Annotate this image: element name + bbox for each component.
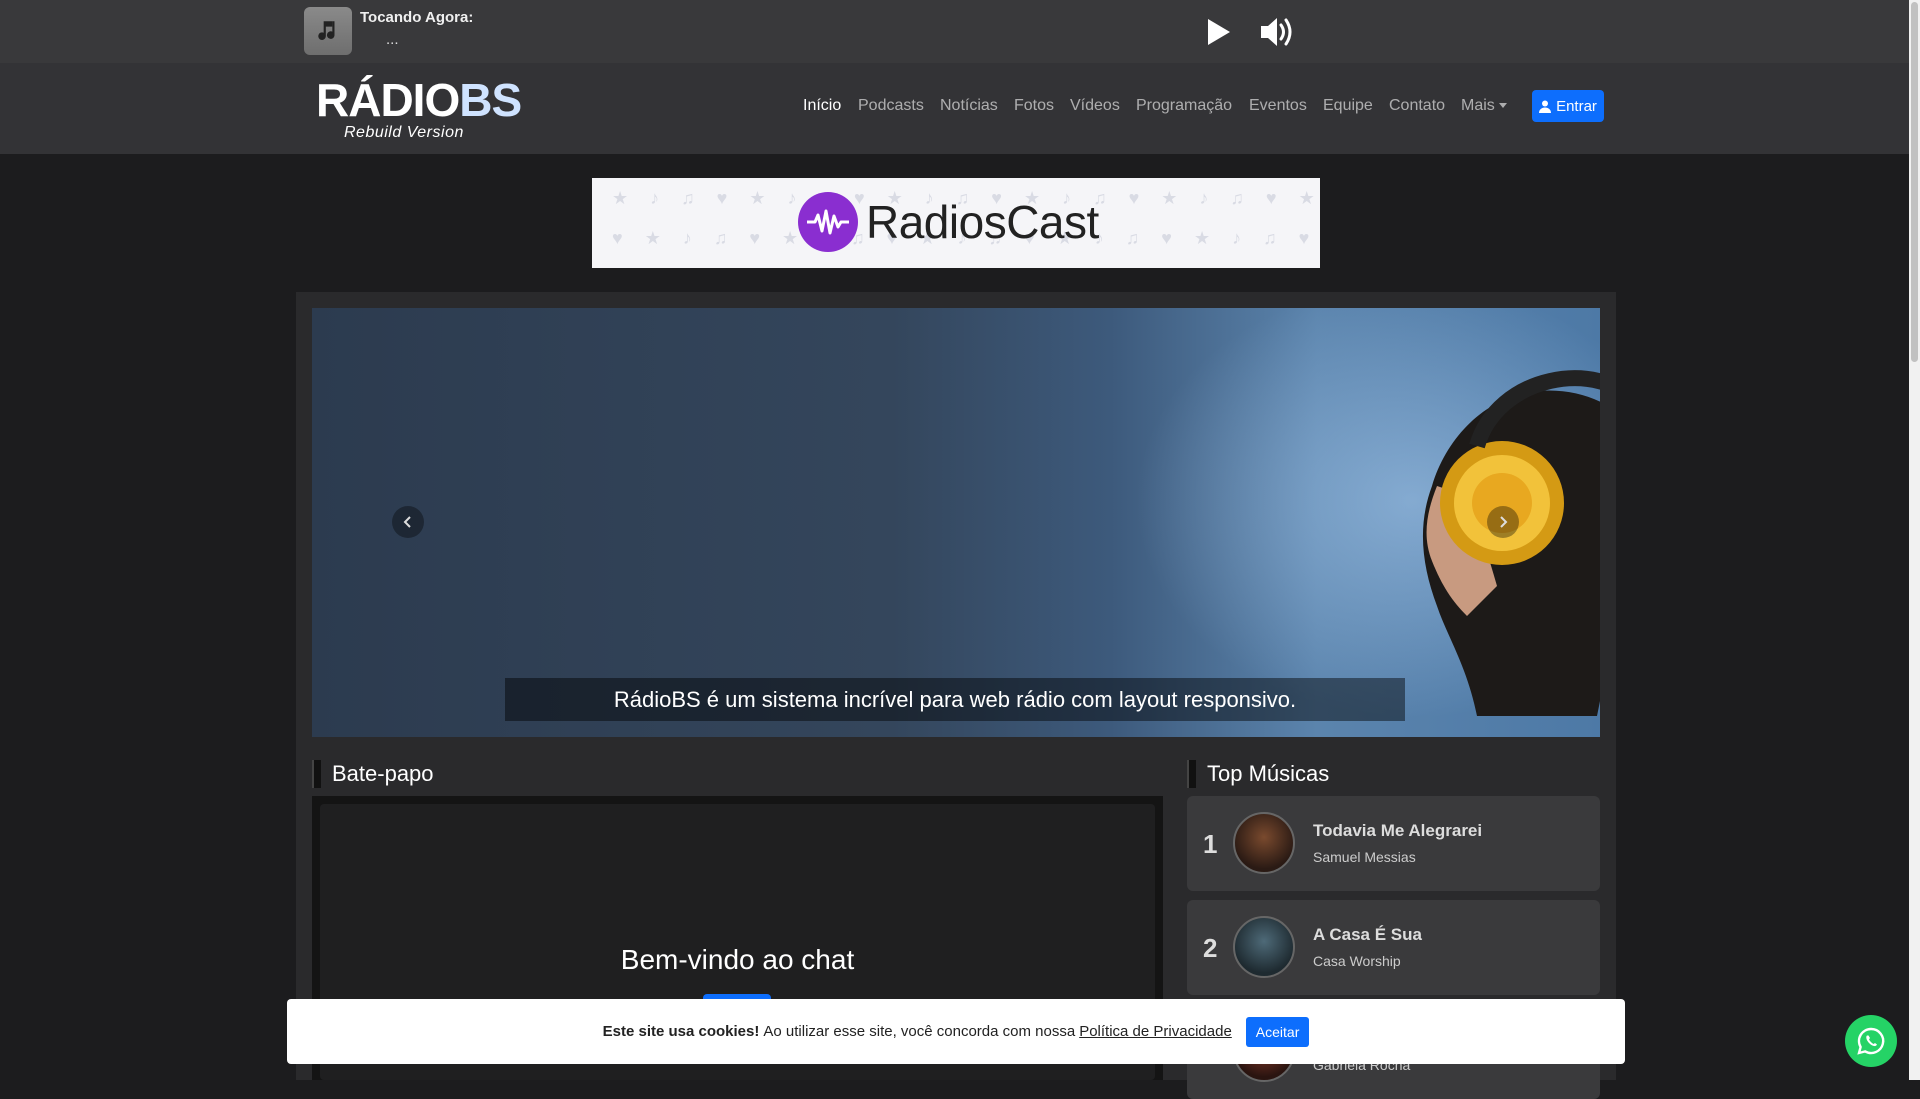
music-note-icon — [304, 7, 352, 55]
ad-brand-text: RadiosCast — [866, 196, 1099, 248]
cookie-heading: Este site usa cookies! — [602, 1023, 760, 1040]
now-playing-label: Tocando Agora: — [360, 9, 474, 26]
chat-section-title-text: Bate-papo — [332, 761, 434, 786]
top-songs-title-text: Top Músicas — [1207, 761, 1330, 786]
whatsapp-icon — [1857, 1027, 1885, 1055]
site-logo[interactable]: RÁDIOBS Rebuild Version — [316, 74, 522, 146]
user-icon — [1539, 100, 1552, 113]
song-rank: 1 — [1203, 829, 1218, 859]
login-button-label: Entrar — [1556, 97, 1597, 115]
play-icon[interactable] — [1202, 16, 1234, 48]
page-scrollbar[interactable] — [1909, 0, 1920, 1080]
nav-item-videos[interactable]: Vídeos — [1070, 97, 1120, 115]
now-playing-song: ... — [386, 31, 399, 48]
cookie-text: Ao utilizar esse site, você concorda com… — [763, 1023, 1076, 1040]
login-button[interactable]: Entrar — [1532, 90, 1604, 122]
top-songs-title: Top Músicas — [1187, 760, 1329, 788]
song-rank: 2 — [1203, 933, 1218, 963]
volume-icon[interactable] — [1259, 15, 1297, 49]
song-artist: Samuel Messias — [1313, 849, 1416, 865]
hero-carousel — [312, 308, 1600, 737]
nav-item-fotos[interactable]: Fotos — [1014, 97, 1054, 115]
nav-item-podcasts[interactable]: Podcasts — [858, 97, 924, 115]
nav-item-contato[interactable]: Contato — [1389, 97, 1445, 115]
song-cover-image — [1233, 812, 1295, 874]
nav-item-mais[interactable]: Mais — [1461, 97, 1507, 115]
nav-item-inicio[interactable]: Início — [803, 97, 841, 115]
whatsapp-button[interactable] — [1845, 1015, 1897, 1067]
song-name: Todavia Me Alegrarei — [1313, 821, 1483, 840]
logo-brand-part2: BS — [459, 74, 522, 126]
chat-section-title: Bate-papo — [312, 760, 434, 788]
nav-item-eventos[interactable]: Eventos — [1249, 97, 1307, 115]
song-name: A Casa É Sua — [1313, 925, 1422, 944]
song-artist: Casa Worship — [1313, 953, 1401, 969]
caret-down-icon — [1498, 103, 1507, 109]
logo-brand-part1: RÁDIO — [316, 74, 460, 126]
accept-cookies-button[interactable]: Aceitar — [1245, 1016, 1310, 1047]
top-song-item[interactable]: 2 A Casa É Sua Casa Worship — [1187, 900, 1600, 995]
radioscast-logo-icon — [798, 192, 858, 252]
nav-item-equipe[interactable]: Equipe — [1323, 97, 1373, 115]
song-cover-image — [1233, 916, 1295, 978]
chevron-left-icon — [403, 516, 411, 528]
top-song-item[interactable]: 1 Todavia Me Alegrarei Samuel Messias — [1187, 796, 1600, 891]
chevron-right-icon — [1500, 516, 1508, 528]
ad-banner[interactable]: ★♪♫♥★♪♫♥★♪♫♥★♪♫♥★♪♫♥★♪♫♥★♥★♪♫♥★♪♫♥★♪♫♥★♪… — [592, 178, 1320, 268]
carousel-caption: RádioBS é um sistema incrível para web r… — [505, 678, 1405, 721]
chat-welcome-text: Bem-vindo ao chat — [620, 944, 855, 975]
nav-item-noticias[interactable]: Notícias — [940, 97, 998, 115]
nav-item-programacao[interactable]: Programação — [1136, 97, 1232, 115]
carousel-next-button[interactable] — [1487, 506, 1519, 538]
logo-tagline: Rebuild Version — [344, 124, 464, 141]
nav-item-mais-label: Mais — [1461, 97, 1495, 114]
carousel-prev-button[interactable] — [392, 506, 424, 538]
cookie-banner: Este site usa cookies! Ao utilizar esse … — [287, 999, 1625, 1064]
player-bar: Tocando Agora: ... — [0, 0, 1909, 63]
privacy-policy-link[interactable]: Política de Privacidade — [1079, 1023, 1232, 1040]
scrollbar-thumb[interactable] — [1911, 2, 1918, 362]
